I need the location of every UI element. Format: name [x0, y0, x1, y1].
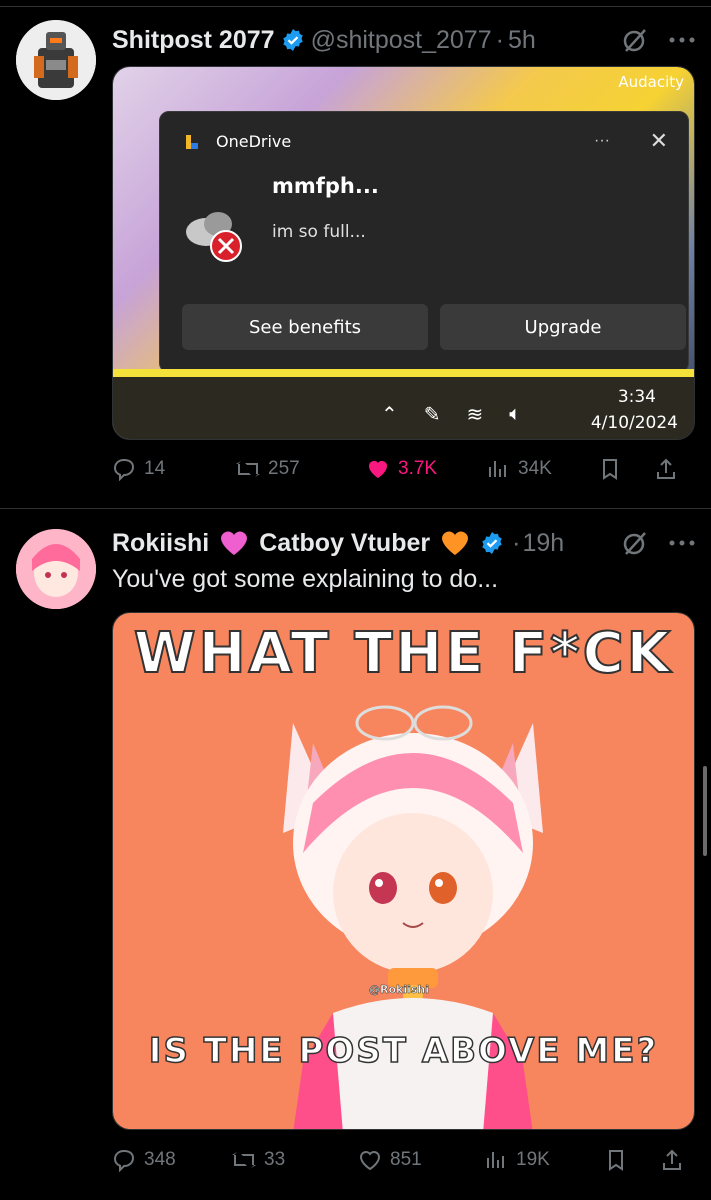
action-bar: 348 33 851 19K: [112, 1142, 695, 1178]
chevron-up-icon: ⌃: [381, 404, 398, 426]
more-icon[interactable]: [669, 36, 695, 44]
reply-button[interactable]: 348: [112, 1148, 232, 1172]
view-count: 34K: [518, 458, 552, 479]
share-button[interactable]: [660, 1148, 684, 1172]
catboy-avatar-icon: [16, 529, 96, 609]
timestamp[interactable]: 19h: [522, 529, 564, 558]
cloud-error-icon: [186, 212, 242, 262]
notification-message: im so full...: [272, 222, 366, 242]
retweet-count: 33: [264, 1149, 286, 1170]
header-actions: [621, 529, 695, 557]
tweet-header: Rokiishi Catboy Vtuber · 19h: [112, 523, 695, 563]
more-icon[interactable]: [669, 539, 695, 547]
onedrive-logo-icon: [186, 135, 198, 149]
display-name-suffix[interactable]: Catboy Vtuber: [259, 529, 430, 558]
handle[interactable]: @shitpost_2077: [311, 26, 492, 55]
tweet-2[interactable]: Rokiishi Catboy Vtuber · 19h You've got …: [0, 509, 711, 1200]
meme-top-caption: WHAT THE F*CK: [133, 620, 674, 687]
bookmark-icon: [603, 459, 617, 480]
onedrive-notification: OneDrive ··· ✕ mmfph... im so full... Se…: [159, 111, 689, 373]
retweet-icon: [232, 1152, 256, 1168]
share-button[interactable]: [654, 457, 678, 481]
avatar[interactable]: [16, 20, 96, 100]
see-benefits-button: See benefits: [182, 304, 428, 350]
notification-close-icon: ✕: [649, 128, 668, 153]
system-tray: ⌃ ✎ ≋ 🔈︎: [381, 402, 521, 427]
bookmark-button[interactable]: [604, 1148, 660, 1172]
reply-count: 14: [144, 458, 166, 479]
scrollbar[interactable]: [703, 766, 707, 856]
retweet-button[interactable]: 257: [236, 457, 366, 481]
analytics-icon: [489, 461, 506, 477]
header-actions: [621, 26, 695, 54]
pen-icon: ✎: [423, 404, 441, 426]
reply-icon: [113, 1149, 135, 1172]
reply-icon: [113, 458, 135, 481]
tweet-text: You've got some explaining to do...: [112, 565, 499, 593]
views-button[interactable]: 19K: [484, 1148, 604, 1172]
upgrade-button: Upgrade: [440, 304, 686, 350]
taskbar-date: 4/10/2024: [590, 413, 678, 433]
views-button[interactable]: 34K: [486, 457, 598, 481]
wifi-icon: ≋: [466, 404, 484, 426]
grok-icon[interactable]: [621, 529, 649, 557]
timestamp[interactable]: 5h: [508, 26, 536, 55]
analytics-icon: [487, 1152, 504, 1168]
reply-count: 348: [144, 1149, 176, 1170]
share-icon: [663, 1149, 681, 1170]
bookmark-icon: [609, 1150, 623, 1171]
orange-heart-icon: [442, 531, 469, 555]
view-count: 19K: [516, 1149, 550, 1170]
notification-title: mmfph...: [272, 174, 379, 198]
action-bar: 14 257 3.7K 34K: [112, 451, 695, 487]
like-button[interactable]: 851: [358, 1148, 484, 1172]
verified-badge-icon: [482, 532, 502, 554]
bookmark-button[interactable]: [598, 457, 654, 481]
retweet-icon: [236, 461, 260, 477]
tweet-media-image[interactable]: WHAT THE F*CK @Rokiishi IS THE POST ABOV…: [112, 612, 695, 1130]
tweet-media-image[interactable]: Audacity OneDrive ··· ✕ mmfph... im so f…: [112, 66, 695, 440]
tweet-header: Shitpost 2077 @shitpost_2077 · 5h: [112, 20, 695, 60]
notification-app-name: OneDrive: [216, 132, 292, 151]
grok-icon[interactable]: [621, 26, 649, 54]
taskbar-time: 3:34: [617, 387, 656, 407]
tweet-1[interactable]: Shitpost 2077 @shitpost_2077 · 5h Audaci…: [0, 0, 711, 508]
like-button[interactable]: 3.7K: [366, 457, 486, 481]
taskbar-strip: [113, 369, 694, 377]
app-label: Audacity: [618, 73, 684, 91]
separator-dot: ·: [512, 528, 521, 557]
reply-button[interactable]: 14: [112, 457, 236, 481]
retweet-count: 257: [268, 458, 300, 479]
meme-bottom-caption: IS THE POST ABOVE ME?: [148, 1030, 659, 1072]
like-count: 3.7K: [398, 458, 438, 479]
display-name[interactable]: Rokiishi: [112, 529, 209, 558]
meme-watermark: @Rokiishi: [369, 983, 430, 997]
taskbar: ⌃ ✎ ≋ 🔈︎ 3:34 4/10/2024: [113, 377, 694, 439]
pink-heart-icon: [221, 531, 248, 555]
notification-menu-icon: ···: [594, 132, 610, 149]
verified-badge-icon: [282, 29, 303, 51]
display-name[interactable]: Shitpost 2077: [112, 26, 275, 55]
like-count: 851: [390, 1149, 422, 1170]
speaker-icon: 🔈︎: [509, 403, 522, 425]
separator-dot: ·: [495, 25, 504, 54]
heart-icon: [359, 1151, 381, 1171]
avatar[interactable]: [16, 529, 96, 609]
robot-avatar-icon: [16, 20, 96, 100]
heart-filled-icon: [369, 461, 387, 478]
retweet-button[interactable]: 33: [232, 1148, 358, 1172]
share-icon: [657, 458, 675, 479]
